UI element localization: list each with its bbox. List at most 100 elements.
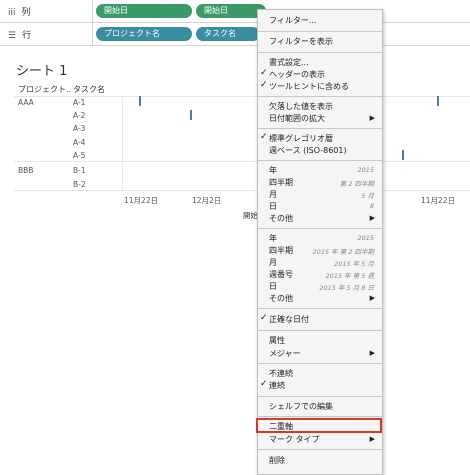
menu-item-label: マーク タイプ xyxy=(269,435,320,444)
menu-item-attribute[interactable]: 属性 xyxy=(258,334,382,347)
menu-item-label: 月 xyxy=(269,258,277,267)
menu-item-label: 書式設定... xyxy=(269,58,309,67)
project-label-aaa: AAA xyxy=(18,98,34,107)
task-label: B-1 xyxy=(73,166,86,175)
menu-item-date-more[interactable]: その他 ▶ xyxy=(258,212,382,225)
menu-item-label: その他 xyxy=(269,214,293,223)
menu-item-label: その他 xyxy=(269,294,293,303)
columns-label-text: 列 xyxy=(21,8,31,18)
submenu-arrow-icon: ▶ xyxy=(369,435,375,443)
submenu-arrow-icon: ▶ xyxy=(369,294,375,302)
menu-item-label: 日 xyxy=(269,202,277,211)
menu-item-label: 年 xyxy=(269,234,277,243)
menu-item-hint: 2015 年 第 5 週 xyxy=(325,272,374,280)
header-task[interactable]: タスク名 xyxy=(73,84,105,95)
columns-shelf[interactable]: iii 列 開始日 開始日 xyxy=(0,0,470,23)
menu-separator xyxy=(258,52,382,53)
axis-tick-label: 11月22日 xyxy=(421,196,456,205)
gantt-mark[interactable] xyxy=(190,110,192,120)
menu-item-label: ヘッダーの表示 xyxy=(269,70,325,79)
menu-item-label: 正確な日付 xyxy=(269,315,309,324)
menu-item-label: 属性 xyxy=(269,336,285,345)
menu-item-mark-type[interactable]: マーク タイプ ▶ xyxy=(258,433,382,446)
menu-item-label: フィルターを表示 xyxy=(269,37,333,46)
menu-item-hint: 第 2 四半期 xyxy=(339,180,374,188)
menu-item-date2-more[interactable]: その他 ▶ xyxy=(258,292,382,305)
sheet-title: シート 1 xyxy=(16,64,68,79)
menu-item-hint: 8 xyxy=(369,202,374,210)
menu-item-label: 四半期 xyxy=(269,246,293,255)
menu-item-week-based[interactable]: 週ベース (ISO-8601) xyxy=(258,144,382,157)
gantt-mark[interactable] xyxy=(139,96,141,106)
check-icon: ✓ xyxy=(260,132,268,142)
rows-shelf-label: ☰ 行 xyxy=(8,28,31,41)
rows-pill-task-name[interactable]: タスク名 xyxy=(196,27,260,41)
menu-item-label: 不連続 xyxy=(269,369,293,378)
menu-item-label: 日付範囲の拡大 xyxy=(269,114,325,123)
rows-shelf[interactable]: ☰ 行 プロジェクト名 タスク名 xyxy=(0,23,470,46)
menu-separator xyxy=(258,396,382,397)
shelf-divider xyxy=(92,0,93,22)
check-icon: ✓ xyxy=(260,313,268,323)
menu-item-label: メジャー xyxy=(269,349,301,358)
grid-line xyxy=(14,161,470,162)
rows-icon: ☰ xyxy=(8,31,17,41)
task-label: A-1 xyxy=(73,98,86,107)
menu-separator xyxy=(258,330,382,331)
menu-separator xyxy=(258,128,382,129)
task-label: B-2 xyxy=(73,180,86,189)
menu-item-label: 四半期 xyxy=(269,178,293,187)
menu-item-hint: 2015 年 5 月 8 日 xyxy=(319,284,374,292)
task-label: A-4 xyxy=(73,138,86,147)
menu-separator xyxy=(258,449,382,450)
menu-item-filter[interactable]: フィルター... xyxy=(258,14,382,27)
menu-item-measure[interactable]: メジャー ▶ xyxy=(258,347,382,360)
grid-line xyxy=(14,190,470,191)
menu-item-label: フィルター... xyxy=(269,16,317,25)
menu-item-edit-in-shelf[interactable]: シェルフでの編集 xyxy=(258,400,382,413)
menu-item-hint: 2015 年 第 2 四半期 xyxy=(312,248,374,256)
menu-item-include-tooltip[interactable]: ✓ ツールヒントに含める xyxy=(258,80,382,93)
axis-title: 開始 xyxy=(243,211,258,220)
project-label-bbb: BBB xyxy=(18,166,34,175)
columns-pill-start-date-2[interactable]: 開始日 xyxy=(196,4,266,18)
menu-separator xyxy=(258,31,382,32)
menu-item-label: 連続 xyxy=(269,381,285,390)
menu-item-label: 欠落した値を表示 xyxy=(269,102,333,111)
menu-item-label: 週番号 xyxy=(269,270,293,279)
menu-item-label: シェルフでの編集 xyxy=(269,402,333,411)
grid-line xyxy=(122,96,123,190)
menu-item-exact-date[interactable]: ✓ 正確な日付 xyxy=(258,313,382,326)
columns-shelf-label: iii 列 xyxy=(8,5,31,18)
menu-separator xyxy=(258,308,382,309)
rows-pill-project-name[interactable]: プロジェクト名 xyxy=(96,27,192,41)
menu-item-label: 日 xyxy=(269,282,277,291)
menu-item-expand-dates[interactable]: 日付範囲の拡大 ▶ xyxy=(258,112,382,125)
menu-item-continuous[interactable]: ✓ 連続 xyxy=(258,379,382,392)
highlight-box xyxy=(256,418,382,433)
axis-tick-label: 12月2日 xyxy=(192,196,222,205)
grid-line xyxy=(14,96,470,97)
menu-separator xyxy=(258,228,382,229)
submenu-arrow-icon: ▶ xyxy=(369,349,375,357)
check-icon: ✓ xyxy=(260,80,268,90)
menu-separator xyxy=(258,416,382,417)
menu-item-label: ツールヒントに含める xyxy=(269,82,349,91)
menu-item-hint: 5 月 xyxy=(361,192,374,200)
menu-item-label: 月 xyxy=(269,190,277,199)
columns-icon: iii xyxy=(8,8,16,18)
menu-item-label: 週ベース (ISO-8601) xyxy=(269,146,347,155)
check-icon: ✓ xyxy=(260,68,268,78)
menu-item-label: 年 xyxy=(269,166,277,175)
menu-separator xyxy=(258,96,382,97)
menu-item-show-filter[interactable]: フィルターを表示 xyxy=(258,35,382,48)
check-icon: ✓ xyxy=(260,379,268,389)
submenu-arrow-icon: ▶ xyxy=(369,114,375,122)
gantt-mark[interactable] xyxy=(402,150,404,160)
gantt-mark[interactable] xyxy=(437,96,439,106)
menu-item-label: 標準グレゴリオ暦 xyxy=(269,134,333,143)
header-project[interactable]: プロジェクト.. xyxy=(18,84,71,95)
menu-item-remove[interactable]: 削除 xyxy=(258,454,382,467)
columns-pill-start-date-1[interactable]: 開始日 xyxy=(96,4,192,18)
menu-item-hint: 2015 年 5 月 xyxy=(334,260,374,268)
